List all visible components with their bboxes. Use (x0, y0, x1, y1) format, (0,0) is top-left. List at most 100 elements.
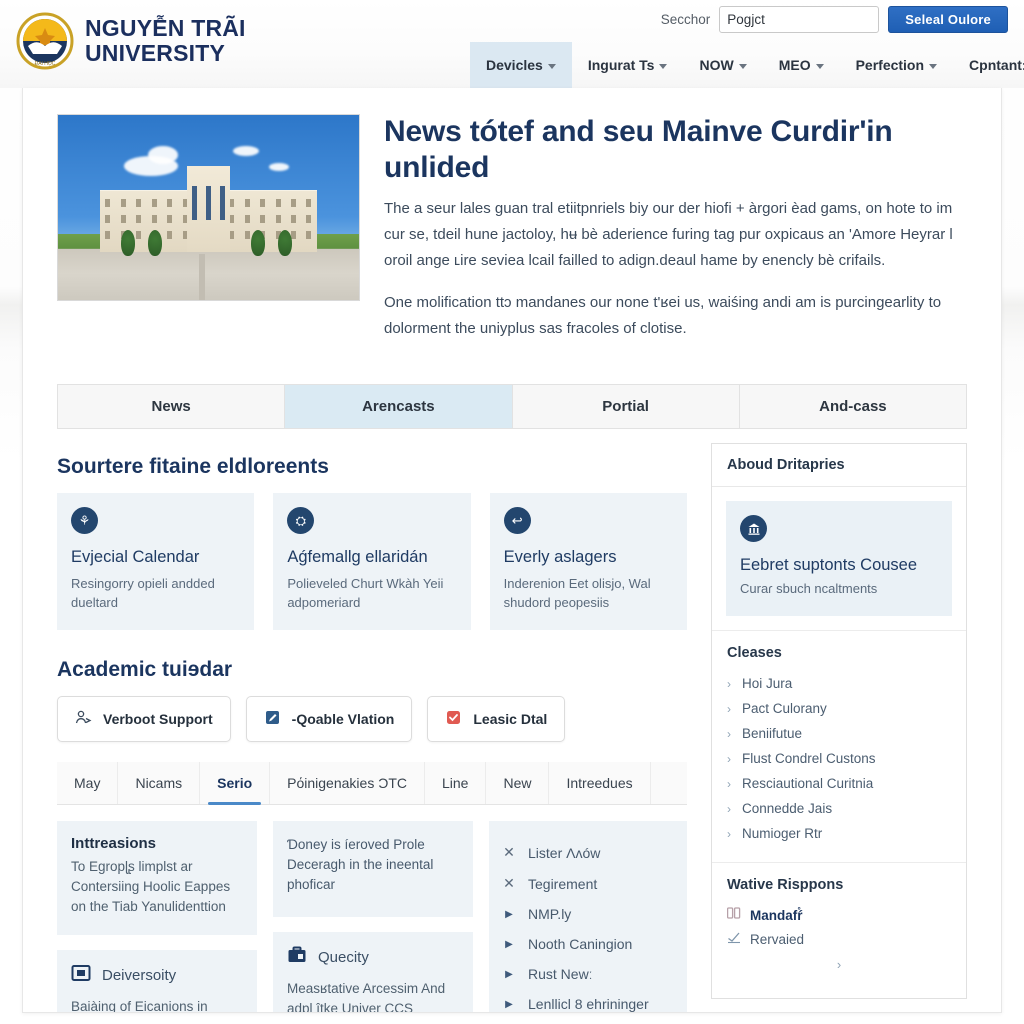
sidebar-classes-title: Cleases (727, 645, 782, 661)
main-column: Sourtere fitaine eldloreents ⚘ Evjecial … (57, 443, 687, 1013)
academic-heading: Academic tuiɘdar (57, 658, 233, 681)
briefcase-icon (287, 946, 307, 969)
chevron-right-icon: › (727, 726, 731, 741)
play-triangle-icon: ▶ (505, 998, 513, 1010)
feature-desc: Polieveled Churt Wkàh Yeii adpomeriard (287, 576, 444, 610)
inner-tab-line[interactable]: Line (425, 762, 487, 804)
sidebar-link-label: Beniifutue (742, 726, 803, 741)
nav-label: Perfection (855, 57, 925, 73)
panel-desc: Measʁtative Arcessim And adpl îtke Unive… (287, 981, 446, 1013)
search-input[interactable] (719, 6, 880, 33)
panel-card-doney[interactable]: Ɗoney is íeroved Prole Deceragh in the i… (273, 821, 473, 917)
nav-label: Devicles (486, 57, 543, 73)
panel-card-inttreasions[interactable]: Inttreasions To Egropɭʂ limplst ar Conte… (57, 821, 257, 935)
nav-item-cpntant[interactable]: Cpntant: (953, 42, 1024, 88)
list-item[interactable]: ✕ Tegirement (503, 868, 673, 899)
panel-desc: To Egropɭʂ limplst ar Contersiing Hoolic… (71, 859, 231, 914)
main-grid: Sourtere fitaine eldloreents ⚘ Evjecial … (23, 429, 1001, 1013)
svg-text:ĐẠI HỌC: ĐẠI HỌC (35, 61, 56, 67)
play-triangle-icon: ▶ (505, 938, 513, 950)
response-label: Mandafŕ̊ (750, 907, 803, 923)
sidebar-classes-block: Cleases › Hoi Jura › Pact Culorany › Ben… (712, 630, 966, 862)
hero-paragraph-2: One molification ttɔ mandanes our none t… (384, 294, 942, 337)
sidebar-card: Aboud Dritapries Eebret suptonts Cousee … (711, 443, 967, 999)
nav-label: Ingurat Ts (587, 57, 655, 73)
response-row-rervaied[interactable]: Rervaied (727, 927, 951, 951)
tab-and-cass[interactable]: And-cass (740, 385, 966, 428)
list-item[interactable]: ▶ Nooth Caningion (503, 929, 673, 959)
feature-card[interactable]: ⚘ Evjecial Calendar Resingorry opieli an… (57, 493, 255, 630)
verboot-support-button[interactable]: Verboot Support (57, 696, 231, 742)
columns-icon (726, 907, 741, 923)
sidebar: Aboud Dritapries Eebret suptonts Cousee … (711, 443, 967, 1012)
sidebar-feature-title: Eebret suptonts Cousee (740, 556, 918, 574)
sidebar-link[interactable]: › Numioger Rtr (727, 821, 951, 846)
sidebar-link[interactable]: › Flust Condrel Custons (727, 746, 951, 771)
brand-logo[interactable]: ĐẠI HỌC NGUYỄN TRÃI UNIVERSITY (16, 12, 246, 70)
nav-item-devicles[interactable]: Devicles (470, 42, 572, 88)
list-item[interactable]: ✕ Lister Ʌʌów (503, 837, 673, 868)
list-item-label: Rust Newː (528, 966, 593, 982)
sidebar-feature[interactable]: Eebret suptonts Cousee Curaɾ sbuch ncalt… (726, 501, 952, 616)
sidebar-link-label: Connedde Jais (742, 801, 833, 816)
feature-card[interactable]: ↩ Everly aslagers Inderenion Eet olisjo,… (489, 493, 687, 630)
feature-desc: Resingorry opieli andded dueltard (71, 576, 215, 610)
button-label: Verboot Support (103, 711, 213, 727)
chevron-down-icon (815, 63, 824, 69)
sidebar-link[interactable]: › Connedde Jais (727, 796, 951, 821)
sidebar-link[interactable]: › Pact Culorany (727, 696, 951, 721)
sidebar-feature-desc: Curaɾ sbuch ncaltments (740, 581, 878, 596)
list-item-label: Lenllicl 8 ehrininger (528, 996, 649, 1012)
search-submit-button[interactable]: Seleal Oulore (888, 6, 1008, 33)
list-item[interactable]: ▶ Lenllicl 8 ehrininger (503, 989, 673, 1012)
inner-tab-nicams[interactable]: Nicams (118, 762, 201, 804)
response-row-mandafr[interactable]: Mandafŕ̊ (726, 903, 951, 927)
tab-arencasts[interactable]: Arencasts (285, 385, 513, 428)
qoable-vlation-button[interactable]: -Qoable Vlation (245, 696, 413, 742)
check-line-icon (727, 931, 741, 947)
play-triangle-icon: ▶ (505, 908, 513, 920)
nav-item-meo[interactable]: MEO (763, 42, 840, 88)
hero-section: News tótef and seu Mainve Curdir'in unli… (23, 88, 1001, 358)
footer-link[interactable]: +1- Alll New (711, 999, 967, 1012)
inner-tab-poinigenakies[interactable]: Pόinigenakies ƆTC (270, 762, 425, 804)
inner-tab-intreedues[interactable]: Intreedues (549, 762, 651, 804)
panel-desc: Ɗoney is íeroved Prole Deceragh in the i… (287, 837, 434, 892)
sidebar-link-label: Numioger Rtr (742, 826, 823, 841)
panel-card-quecity[interactable]: Quecity Measʁtative Arcessim And adpl ît… (273, 932, 473, 1013)
chevron-right-icon: › (727, 676, 731, 691)
panel-title: Deiversoity (102, 967, 177, 984)
chevron-right-icon: › (727, 701, 731, 716)
chevron-down-icon (738, 63, 747, 69)
chevron-right-icon: › (727, 801, 731, 816)
list-item-label: Tegirement (528, 875, 598, 892)
sidebar-more-chevron[interactable]: › (727, 951, 951, 982)
sidebar-link[interactable]: › Beniifutue (727, 721, 951, 746)
button-label: Leasic Dtal (473, 711, 548, 727)
tab-portial[interactable]: Portial (513, 385, 740, 428)
button-label: -Qoable Vlation (291, 711, 395, 727)
tab-news[interactable]: News (58, 385, 286, 428)
sidebar-link[interactable]: › Hoi Jura (727, 671, 951, 696)
panel-card-deiversoity[interactable]: Deiversoity Baiàing of Eicanions in Ensu… (57, 950, 257, 1012)
nav-item-now[interactable]: NOW (683, 42, 762, 88)
back-arrow-badge-icon: ↩ (503, 507, 531, 534)
sidebar-link-label: Pact Culorany (742, 701, 827, 716)
nav-label: MEO (778, 57, 811, 73)
top-bar: ĐẠI HỌC NGUYỄN TRÃI UNIVERSITY Secchor S… (0, 0, 1024, 88)
inner-tab-may[interactable]: May (57, 762, 119, 804)
nav-item-ingurat-ts[interactable]: Ingurat Ts (572, 42, 684, 88)
list-item[interactable]: ▶ Rust Newː (503, 959, 673, 989)
sidebar-link[interactable]: › Resciautional Curitnia (727, 771, 951, 796)
list-item[interactable]: ▶ NMP.ly (503, 899, 673, 929)
brand-line-2: UNIVERSITY (85, 40, 226, 66)
inner-tab-serio[interactable]: Serio (200, 762, 271, 805)
nav-item-perfection[interactable]: Perfection (840, 42, 953, 88)
clipboard-edit-icon (264, 709, 281, 729)
inner-tab-new[interactable]: New (486, 762, 550, 804)
leasic-dtal-button[interactable]: Leasic Dtal (427, 696, 566, 742)
sidebar-link-label: Resciautional Curitnia (742, 776, 874, 791)
feature-card[interactable]: ⛭ Aǵfemallg ellaridán Polieveled Churt W… (273, 493, 471, 630)
feature-desc: Inderenion Eet olisjo, Wal shudord peope… (503, 576, 651, 610)
section-tabs: News Arencasts Portial And-cass (57, 384, 967, 429)
